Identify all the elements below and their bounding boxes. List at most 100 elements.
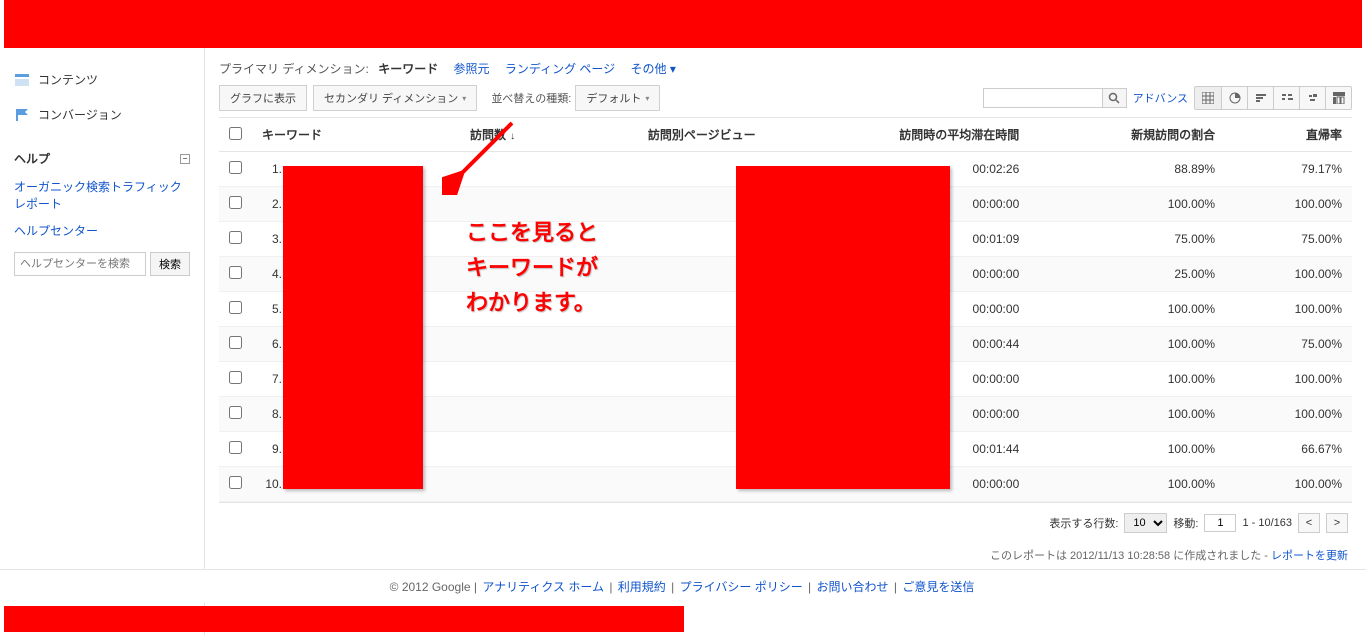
cell-new-pct: 75.00%	[1029, 222, 1225, 257]
page-range: 1 - 10/163	[1242, 517, 1292, 529]
dimension-option-source[interactable]: 参照元	[454, 62, 490, 76]
goto-input[interactable]	[1204, 514, 1236, 532]
cell-bounce: 100.00%	[1225, 292, 1352, 327]
row-checkbox[interactable]	[229, 441, 242, 454]
view-cloud-icon[interactable]	[1299, 87, 1325, 109]
caret-icon: ▾	[462, 94, 466, 103]
refresh-report-link[interactable]: レポートを更新	[1271, 550, 1348, 562]
help-search-input[interactable]	[14, 252, 146, 276]
footer-link-privacy[interactable]: プライバシー ポリシー	[680, 580, 803, 594]
select-all-checkbox[interactable]	[229, 127, 242, 140]
cell-new-pct: 100.00%	[1029, 362, 1225, 397]
header-avg-time[interactable]: 訪問時の平均滞在時間	[766, 118, 1030, 152]
pagination: 表示する行数: 10 移動: 1 - 10/163 < >	[219, 502, 1352, 543]
cell-bounce: 100.00%	[1225, 467, 1352, 502]
view-table-icon[interactable]	[1195, 87, 1221, 109]
copyright: © 2012 Google	[390, 580, 471, 594]
header-keyword[interactable]: キーワード	[252, 118, 403, 152]
redaction-top	[4, 0, 1362, 48]
header-checkbox	[219, 118, 252, 152]
dimension-selected[interactable]: キーワード	[378, 62, 438, 76]
help-heading: ヘルプ	[14, 150, 50, 167]
help-link-organic[interactable]: オーガニック検索トラフィック レポート	[14, 173, 190, 217]
row-checkbox[interactable]	[229, 301, 242, 314]
cell-new-pct: 88.89%	[1029, 152, 1225, 187]
help-link-center[interactable]: ヘルプセンター	[14, 217, 190, 244]
cell-bounce: 79.17%	[1225, 152, 1352, 187]
row-checkbox[interactable]	[229, 371, 242, 384]
sidebar-item-label: コンバージョン	[38, 106, 122, 123]
redaction-bottom	[4, 606, 684, 632]
dimension-option-landing[interactable]: ランディング ページ	[505, 62, 615, 76]
row-checkbox[interactable]	[229, 336, 242, 349]
footer-link-terms[interactable]: 利用規約	[618, 580, 666, 594]
redaction-keywords	[283, 166, 423, 489]
header-new-visit-pct[interactable]: 新規訪問の割合	[1029, 118, 1225, 152]
help-search-button[interactable]: 検索	[150, 252, 190, 276]
row-checkbox[interactable]	[229, 406, 242, 419]
redaction-visits	[736, 166, 950, 489]
cell-bounce: 100.00%	[1225, 362, 1352, 397]
cell-bounce: 100.00%	[1225, 397, 1352, 432]
prev-page-button[interactable]: <	[1298, 513, 1320, 533]
primary-dimension-row: プライマリ ディメンション: キーワード 参照元 ランディング ページ その他 …	[219, 60, 1352, 77]
footer-link-feedback[interactable]: ご意見を送信	[902, 580, 974, 594]
table-search-button[interactable]	[1103, 88, 1127, 108]
dimension-option-other[interactable]: その他 ▾	[631, 62, 676, 76]
row-checkbox[interactable]	[229, 266, 242, 279]
rows-select[interactable]: 10	[1124, 513, 1167, 533]
view-pivot-icon[interactable]	[1325, 87, 1351, 109]
chart-button[interactable]: グラフに表示	[219, 85, 307, 111]
row-checkbox[interactable]	[229, 196, 242, 209]
next-page-button[interactable]: >	[1326, 513, 1348, 533]
toolbar: グラフに表示 セカンダリ ディメンション▾ 並べ替えの種類: デフォルト▾ アド…	[219, 85, 1352, 111]
sort-label: 並べ替えの種類:	[491, 90, 571, 106]
caret-icon: ▾	[645, 94, 649, 103]
cell-pages-per-visit	[525, 327, 766, 362]
advanced-link[interactable]: アドバンス	[1133, 90, 1188, 106]
dimension-label: プライマリ ディメンション:	[219, 62, 369, 76]
view-mode-buttons	[1194, 86, 1352, 110]
cell-bounce: 100.00%	[1225, 187, 1352, 222]
row-checkbox[interactable]	[229, 231, 242, 244]
cell-pages-per-visit	[525, 432, 766, 467]
header-pages-per-visit[interactable]: 訪問別ページビュー	[525, 118, 766, 152]
annotation-text: ここを見ると キーワードが わかります。	[466, 215, 598, 321]
view-pie-icon[interactable]	[1221, 87, 1247, 109]
footer-link-contact[interactable]: お問い合わせ	[817, 580, 889, 594]
cell-new-pct: 100.00%	[1029, 397, 1225, 432]
view-comparison-icon[interactable]	[1273, 87, 1299, 109]
view-bar-icon[interactable]	[1247, 87, 1273, 109]
cell-pages-per-visit	[525, 467, 766, 502]
cell-new-pct: 100.00%	[1029, 292, 1225, 327]
row-checkbox[interactable]	[229, 476, 242, 489]
sidebar: コンテンツ コンバージョン ヘルプ − オーガニック検索トラフィック レポート …	[0, 48, 205, 635]
sidebar-item-conversion[interactable]: コンバージョン	[0, 97, 204, 132]
secondary-dimension-button[interactable]: セカンダリ ディメンション▾	[313, 85, 477, 111]
footer-link-home[interactable]: アナリティクス ホーム	[482, 580, 604, 594]
sort-type-button[interactable]: デフォルト▾	[575, 85, 660, 111]
content-icon	[14, 72, 30, 88]
cell-bounce: 100.00%	[1225, 257, 1352, 292]
goto-label: 移動:	[1173, 515, 1198, 531]
cell-new-pct: 100.00%	[1029, 327, 1225, 362]
footer: © 2012 Google | アナリティクス ホーム | 利用規約 | プライ…	[0, 569, 1366, 603]
cell-bounce: 75.00%	[1225, 222, 1352, 257]
annotation-arrow	[442, 115, 522, 195]
collapse-icon[interactable]: −	[180, 154, 190, 164]
cell-new-pct: 100.00%	[1029, 467, 1225, 502]
cell-new-pct: 100.00%	[1029, 432, 1225, 467]
header-bounce[interactable]: 直帰率	[1225, 118, 1352, 152]
cell-bounce: 66.67%	[1225, 432, 1352, 467]
row-checkbox[interactable]	[229, 161, 242, 174]
cell-bounce: 75.00%	[1225, 327, 1352, 362]
rows-label: 表示する行数:	[1049, 515, 1118, 531]
cell-pages-per-visit	[525, 152, 766, 187]
flag-icon	[14, 107, 30, 123]
sidebar-item-content[interactable]: コンテンツ	[0, 62, 204, 97]
cell-pages-per-visit	[525, 362, 766, 397]
cell-new-pct: 100.00%	[1029, 187, 1225, 222]
caret-icon: ▾	[670, 62, 676, 76]
sidebar-item-label: コンテンツ	[38, 71, 98, 88]
table-search-input[interactable]	[983, 88, 1103, 108]
